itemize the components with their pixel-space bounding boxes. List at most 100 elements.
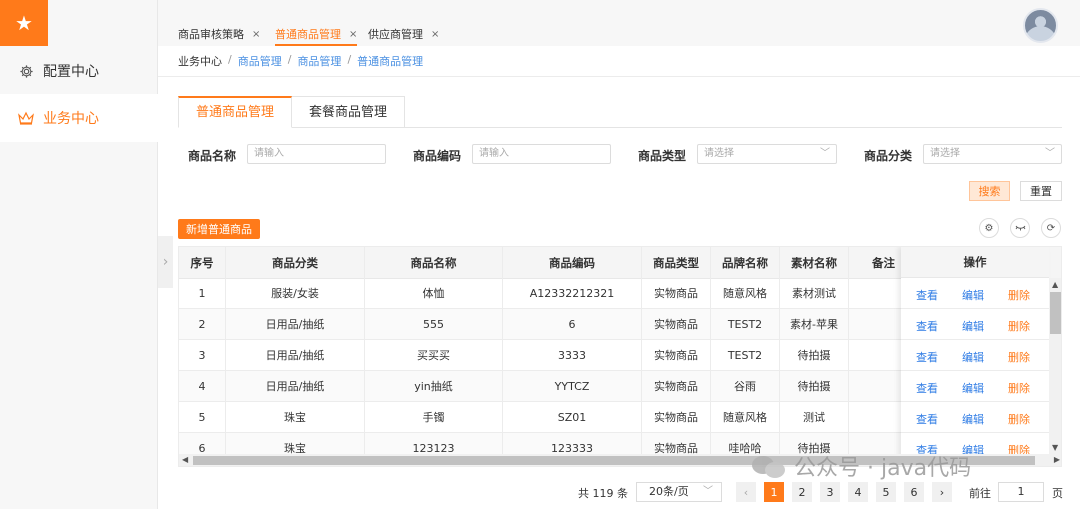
close-icon[interactable]: × bbox=[431, 29, 439, 40]
page-button[interactable]: 1 bbox=[764, 482, 784, 502]
table-cell: 素材-苹果 bbox=[780, 309, 849, 339]
column-header: 操作 bbox=[901, 247, 1049, 278]
pagination-total: 共 119 条 bbox=[578, 487, 628, 500]
column-header[interactable]: 商品名称 bbox=[365, 247, 503, 278]
sidebar-item-config[interactable]: 配置中心 bbox=[0, 47, 158, 95]
sidebar-item-label: 配置中心 bbox=[43, 64, 99, 80]
table-cell: 日用品/抽纸 bbox=[226, 309, 365, 339]
edit-button[interactable]: 编辑 bbox=[962, 318, 984, 334]
table-cell: TEST2 bbox=[711, 309, 780, 339]
type-select[interactable]: 请选择 ﹀ bbox=[697, 144, 837, 164]
subtab-package-goods[interactable]: 套餐商品管理 bbox=[292, 96, 406, 128]
code-input[interactable]: 请输入 bbox=[472, 144, 611, 164]
table-cell: 3 bbox=[179, 340, 226, 370]
view-button[interactable]: 查看 bbox=[916, 287, 938, 303]
refresh-icon[interactable]: ⟳ bbox=[1041, 218, 1061, 238]
divider bbox=[393, 127, 1062, 128]
table-cell: 3333 bbox=[503, 340, 642, 370]
breadcrumb-item[interactable]: 商品管理 bbox=[238, 53, 282, 69]
filter-label-name: 商品名称 bbox=[188, 149, 237, 163]
delete-button[interactable]: 删除 bbox=[1008, 318, 1030, 334]
column-header[interactable]: 序号 bbox=[179, 247, 226, 278]
close-icon[interactable]: × bbox=[252, 29, 260, 40]
column-header[interactable]: 商品编码 bbox=[503, 247, 642, 278]
column-header[interactable]: 商品类型 bbox=[642, 247, 711, 278]
scroll-right-icon[interactable]: ▶ bbox=[1054, 455, 1060, 464]
subtabs: 普通商品管理 套餐商品管理 bbox=[178, 96, 406, 128]
vertical-scrollbar[interactable]: ▲ ▼ bbox=[1049, 278, 1061, 454]
prev-page-button[interactable]: ‹ bbox=[736, 482, 756, 502]
column-header[interactable]: 品牌名称 bbox=[711, 247, 780, 278]
scroll-up-icon[interactable]: ▲ bbox=[1052, 280, 1058, 289]
crown-icon bbox=[17, 111, 35, 125]
settings-icon[interactable]: ⚙ bbox=[979, 218, 999, 238]
table-row-actions: 查看 编辑 删除 bbox=[901, 309, 1049, 340]
tab-supplier[interactable]: 供应商管理 × bbox=[368, 24, 439, 44]
column-header[interactable]: 素材名称 bbox=[780, 247, 849, 278]
filter-label-category: 商品分类 bbox=[864, 149, 913, 163]
column-header[interactable]: 商品分类 bbox=[226, 247, 365, 278]
next-page-button[interactable]: › bbox=[932, 482, 952, 502]
view-button[interactable]: 查看 bbox=[916, 349, 938, 365]
table-cell: 待拍摄 bbox=[780, 340, 849, 370]
table-cell: 实物商品 bbox=[642, 278, 711, 308]
table-cell: 待拍摄 bbox=[780, 371, 849, 401]
logo[interactable]: ★ bbox=[0, 0, 48, 46]
reset-button[interactable]: 重置 bbox=[1020, 181, 1062, 201]
edit-button[interactable]: 编辑 bbox=[962, 411, 984, 427]
goto-page-input[interactable]: 1 bbox=[998, 482, 1044, 502]
tab-label: 供应商管理 bbox=[368, 28, 423, 41]
table-cell: 随意风格 bbox=[711, 402, 780, 432]
category-select[interactable]: 请选择 ﹀ bbox=[923, 144, 1062, 164]
page-button[interactable]: 2 bbox=[792, 482, 812, 502]
view-button[interactable]: 查看 bbox=[916, 411, 938, 427]
chevron-right-icon: › bbox=[162, 254, 169, 270]
scroll-left-icon[interactable]: ◀ bbox=[182, 455, 188, 464]
sidebar-item-business[interactable]: 业务中心 bbox=[0, 94, 158, 142]
table-cell: 服装/女装 bbox=[226, 278, 365, 308]
tab-label: 商品审核策略 bbox=[178, 28, 244, 41]
page-button[interactable]: 3 bbox=[820, 482, 840, 502]
view-button[interactable]: 查看 bbox=[916, 318, 938, 334]
breadcrumb-separator: / bbox=[347, 53, 352, 66]
goto-label: 前往 bbox=[969, 487, 991, 500]
page-button[interactable]: 5 bbox=[876, 482, 896, 502]
scroll-down-icon[interactable]: ▼ bbox=[1052, 443, 1058, 452]
name-input[interactable]: 请输入 bbox=[247, 144, 386, 164]
tab-normal-goods[interactable]: 普通商品管理 × bbox=[275, 24, 358, 46]
table-cell: A12332212321 bbox=[503, 278, 642, 308]
page-button[interactable]: 4 bbox=[848, 482, 868, 502]
scroll-thumb[interactable] bbox=[1050, 292, 1061, 334]
subtab-normal-goods[interactable]: 普通商品管理 bbox=[178, 96, 293, 128]
avatar[interactable] bbox=[1023, 8, 1058, 43]
delete-button[interactable]: 删除 bbox=[1008, 287, 1030, 303]
view-button[interactable]: 查看 bbox=[916, 380, 938, 396]
delete-button[interactable]: 删除 bbox=[1008, 349, 1030, 365]
table-cell: 1 bbox=[179, 278, 226, 308]
wechat-icon bbox=[752, 454, 786, 478]
add-goods-button[interactable]: 新增普通商品 bbox=[178, 219, 260, 239]
edit-button[interactable]: 编辑 bbox=[962, 349, 984, 365]
delete-button[interactable]: 删除 bbox=[1008, 411, 1030, 427]
delete-button[interactable]: 删除 bbox=[1008, 380, 1030, 396]
table-cell: 日用品/抽纸 bbox=[226, 340, 365, 370]
edit-button[interactable]: 编辑 bbox=[962, 380, 984, 396]
page-button[interactable]: 6 bbox=[904, 482, 924, 502]
chevron-down-icon: ﹀ bbox=[703, 486, 713, 497]
collapse-handle[interactable]: › bbox=[158, 236, 173, 288]
sidebar: ★ 配置中心 业务中心 bbox=[0, 0, 158, 509]
edit-button[interactable]: 编辑 bbox=[962, 287, 984, 303]
table-cell: 2 bbox=[179, 309, 226, 339]
table-cell: 测试 bbox=[780, 402, 849, 432]
breadcrumb-item[interactable]: 商品管理 bbox=[297, 53, 341, 69]
breadcrumb-item[interactable]: 普通商品管理 bbox=[357, 53, 423, 69]
search-button[interactable]: 搜索 bbox=[969, 181, 1010, 201]
page-size-select[interactable]: 20条/页 ﹀ bbox=[636, 482, 722, 502]
table-cell: 4 bbox=[179, 371, 226, 401]
table-cell: 买买买 bbox=[365, 340, 503, 370]
close-icon[interactable]: × bbox=[349, 29, 357, 40]
tab-review-policy[interactable]: 商品审核策略 × bbox=[178, 24, 260, 44]
gear-icon bbox=[17, 64, 35, 79]
breadcrumb-item[interactable]: 业务中心 bbox=[178, 53, 222, 69]
eye-icon[interactable] bbox=[1010, 218, 1030, 238]
